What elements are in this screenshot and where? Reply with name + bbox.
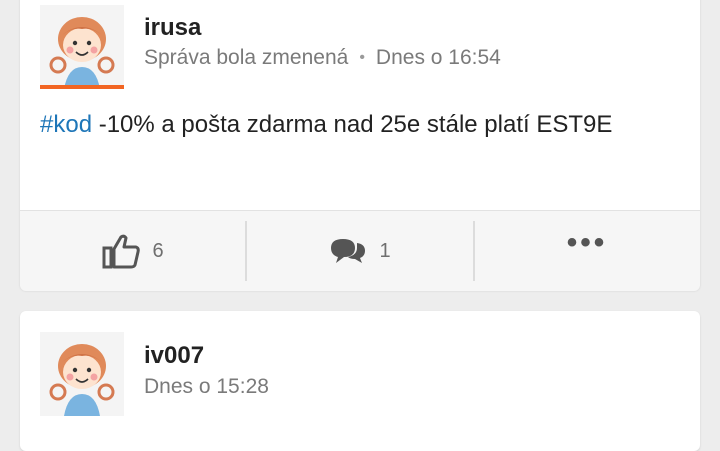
- comment-button[interactable]: 1: [246, 211, 474, 291]
- more-options-button[interactable]: •••: [474, 211, 700, 291]
- like-count: 6: [152, 239, 164, 262]
- post-card: irusa Správa bola zmenená • Dnes o 16:54 #…: [20, 0, 700, 291]
- like-button[interactable]: 6: [20, 211, 246, 291]
- post-text: -10% a pošta zdarma nad 25e stále platí …: [92, 111, 613, 138]
- thumbs-up-icon: [102, 234, 141, 269]
- avatar-girl-icon: [40, 332, 124, 416]
- post-time: Dnes o 15:28: [144, 375, 269, 398]
- edited-status: Správa bola zmenená: [144, 46, 349, 69]
- more-horizontal-icon: •••: [566, 226, 608, 259]
- post-author[interactable]: irusa: [144, 14, 201, 42]
- post-author[interactable]: iv007: [144, 342, 204, 370]
- post-meta: Správa bola zmenená • Dnes o 16:54: [144, 46, 501, 70]
- avatar-girl-icon: [40, 5, 124, 89]
- hashtag-link[interactable]: #kod: [40, 111, 92, 138]
- post-card: iv007 Dnes o 15:28: [20, 311, 700, 451]
- comment-bubbles-icon: [331, 239, 366, 263]
- meta-separator: •: [359, 49, 365, 66]
- post-body: #kod -10% a pošta zdarma nad 25e stále p…: [40, 104, 680, 146]
- user-avatar[interactable]: [40, 332, 124, 416]
- post-time: Dnes o 16:54: [375, 46, 501, 69]
- avatar-accent-bar: [40, 85, 124, 89]
- comment-count: 1: [379, 239, 391, 262]
- post-actions-bar: 6 1 •••: [20, 210, 700, 291]
- user-avatar[interactable]: [40, 5, 124, 89]
